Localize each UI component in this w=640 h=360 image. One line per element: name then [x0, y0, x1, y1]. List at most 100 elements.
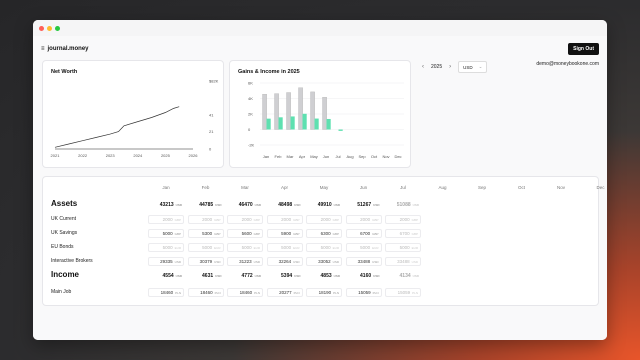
income-bar [298, 87, 303, 130]
total-cell: 4134 USD [385, 271, 421, 280]
income-bar [274, 93, 279, 130]
x-tick-label: 2026 [189, 153, 199, 158]
year-label: 2025 [431, 64, 443, 70]
maximize-window-button[interactable] [55, 25, 60, 31]
value-cell[interactable]: 5600 GBP [227, 229, 263, 238]
minimize-window-button[interactable] [47, 25, 52, 31]
y-tick-label: 41 [209, 113, 214, 118]
cell-value: 5000 [320, 245, 331, 250]
value-cell[interactable]: 31223 USD [227, 257, 263, 266]
cell-currency: USD [175, 202, 182, 207]
value-cell[interactable]: 5000 EUR [345, 243, 382, 252]
month-header: Apr [280, 185, 288, 190]
x-tick-label: Aug [346, 154, 353, 159]
cell-value: 5000 [360, 245, 371, 250]
cell-currency: USD [254, 273, 261, 278]
cell-value: 18460 [200, 290, 213, 295]
total-cell: 4554 USD [148, 271, 184, 280]
gain-bar [314, 118, 319, 130]
value-cell[interactable]: 2000 GBP [266, 215, 303, 224]
value-cell[interactable]: 15059 PLN [345, 288, 382, 297]
cell-currency: EUR [411, 245, 418, 250]
income-bar [262, 94, 267, 130]
value-cell[interactable]: 33052 USD [306, 257, 342, 266]
brand[interactable]: ≡ journal.money [41, 46, 89, 52]
value-cell[interactable]: 2000 GBP [306, 215, 342, 224]
value-cell[interactable]: 30379 USD [187, 257, 224, 266]
cell-value: 33488 [357, 259, 371, 264]
value-cell[interactable]: 18460 PLN [148, 288, 184, 297]
table-row: UK Savings 5000 GBP 5300 GBP 5600 GBP 5900 GBP 63… [43, 228, 598, 239]
value-cell[interactable]: 18460 PLN [187, 288, 224, 297]
cell-currency: USD [412, 202, 419, 207]
cell-currency: USD [174, 259, 181, 264]
chevron-down-icon: ⌄ [478, 64, 483, 69]
cell-currency: GBP [253, 231, 260, 236]
month-header: Mar [241, 185, 249, 190]
month-header: Jul [400, 185, 406, 190]
value-cell[interactable]: 5000 EUR [227, 243, 263, 252]
value-cell[interactable]: 18460 PLN [227, 288, 263, 297]
value-cell[interactable]: 5000 EUR [306, 243, 342, 252]
y-tick-label: 2K [248, 112, 253, 117]
cell-currency: USD [253, 259, 260, 264]
value-cell[interactable]: 6300 GBP [306, 229, 342, 238]
value-cell[interactable]: 6700 GBP [345, 229, 382, 238]
value-cell[interactable]: 20277 PLN [266, 288, 303, 297]
cell-value: 2000 [281, 217, 292, 222]
close-window-button[interactable] [39, 25, 44, 31]
cell-value: 49910 [317, 201, 332, 208]
window-titlebar [33, 20, 607, 36]
value-cell[interactable]: 5000 EUR [187, 243, 224, 252]
income-bar [310, 91, 315, 130]
cell-currency: USD [215, 273, 222, 278]
total-cell: 4631 USD [188, 271, 224, 280]
value-cell[interactable]: 15059 PLN [385, 288, 421, 297]
value-cell[interactable]: 33488 USD [345, 257, 382, 266]
value-cell[interactable]: 5900 GBP [266, 229, 303, 238]
value-cell[interactable]: 2000 GBP [187, 215, 224, 224]
value-cell[interactable]: 2000 GBP [227, 215, 263, 224]
cell-currency: USD [293, 259, 300, 264]
total-cell: 4772 USD [227, 271, 263, 280]
y-tick-label: 21 [209, 129, 214, 134]
value-cell[interactable]: 6700 GBP [385, 229, 421, 238]
cell-value: 30379 [199, 259, 213, 264]
cell-currency: PLN [372, 290, 379, 295]
value-cell[interactable]: 5000 EUR [385, 243, 421, 252]
month-header: Oct [517, 185, 525, 190]
value-cell[interactable]: 33488 USD [385, 257, 421, 266]
cell-value: 33488 [397, 259, 410, 264]
x-tick-label: 2024 [133, 153, 143, 158]
cell-value: 2000 [399, 217, 410, 222]
cell-value: 5000 [399, 245, 410, 250]
cell-value: 5000 [241, 245, 252, 250]
x-tick-label: Apr [299, 154, 306, 159]
value-cell[interactable]: 32264 USD [266, 257, 303, 266]
value-cell[interactable]: 5300 GBP [187, 229, 224, 238]
value-cell[interactable]: 2000 GBP [148, 215, 184, 224]
table-row: EU Bonds 5000 EUR 5000 EUR 5000 EUR 5000 EUR 5000… [43, 242, 598, 253]
value-cell[interactable]: 2000 GBP [345, 215, 382, 224]
value-cell[interactable]: 5000 EUR [266, 243, 303, 252]
gain-bar [302, 113, 307, 130]
cell-currency: PLN [293, 290, 300, 295]
cell-currency: GBP [293, 217, 300, 222]
value-cell[interactable]: 5000 GBP [148, 229, 184, 238]
total-cell: 4853 USD [306, 271, 342, 280]
month-header: Dec [596, 185, 605, 190]
value-cell[interactable]: 29335 USD [148, 257, 184, 266]
table-row: Main Job 18460 PLN 18460 PLN 18460 PLN 20277 PLN… [43, 287, 598, 298]
prev-year-button[interactable]: ‹ [419, 64, 427, 70]
value-cell[interactable]: 5000 EUR [148, 243, 184, 252]
x-tick-label: Dec [394, 154, 401, 159]
user-email[interactable]: demo@moneybookone.com [536, 61, 599, 67]
currency-select[interactable]: USD ⌄ [458, 61, 488, 73]
next-year-button[interactable]: › [446, 64, 454, 70]
value-cell[interactable]: 2000 GBP [385, 215, 421, 224]
cell-currency: GBP [174, 217, 181, 222]
x-tick-label: Mar [287, 154, 295, 159]
sign-out-button[interactable]: Sign Out [568, 43, 599, 55]
value-cell[interactable]: 18190 PLN [306, 288, 342, 297]
cell-currency: EUR [332, 245, 339, 250]
